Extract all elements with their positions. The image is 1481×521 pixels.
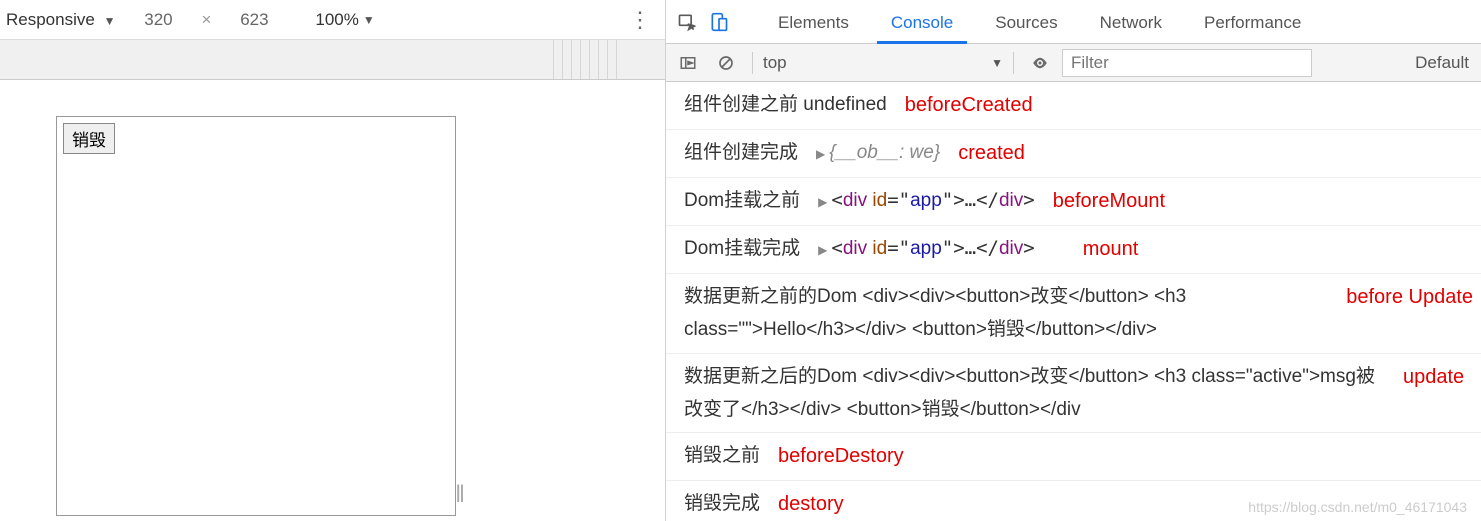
console-row: 数据更新之后的Dom <div><div><button>改变</button>… — [666, 354, 1481, 434]
console-row: Dom挂载完成 ▶<div id="app">…</div> mount — [666, 226, 1481, 274]
console-row: 数据更新之前的Dom <div><div><button>改变</button>… — [666, 274, 1481, 354]
breakpoint-ruler[interactable] — [0, 40, 665, 80]
device-toolbar: Responsive ▼ × 100% ▼ ⋮ — [0, 0, 665, 40]
log-message: Dom挂载完成 — [684, 232, 800, 265]
resize-handle-icon[interactable]: ‖ — [455, 481, 465, 509]
tab-console[interactable]: Console — [871, 3, 973, 43]
inspect-icon[interactable] — [672, 7, 702, 37]
kebab-menu-icon[interactable]: ⋮ — [619, 7, 659, 33]
log-html[interactable]: ▶<div id="app">…</div> — [818, 184, 1035, 217]
clear-console-icon[interactable] — [710, 47, 742, 79]
console-row: 销毁之前 beforeDestory — [666, 433, 1481, 481]
log-message: 组件创建完成 — [684, 136, 798, 169]
log-message: 销毁之前 — [684, 439, 760, 472]
tab-network[interactable]: Network — [1080, 3, 1182, 43]
log-message: 数据更新之后的Dom <div><div><button>改变</button>… — [684, 360, 1385, 427]
separator — [752, 52, 753, 74]
chevron-down-icon: ▼ — [363, 13, 375, 27]
chevron-down-icon: ▼ — [991, 56, 1003, 70]
dimension-separator: × — [201, 10, 211, 30]
console-output: 组件创建之前 undefined beforeCreated 组件创建完成 ▶{… — [666, 82, 1481, 521]
console-toolbar: top ▼ Default — [666, 44, 1481, 82]
log-message: 销毁完成 — [684, 487, 760, 520]
width-input[interactable] — [125, 7, 191, 33]
log-annotation: update — [1403, 360, 1473, 395]
log-object[interactable]: ▶{__ob__: we} — [816, 136, 940, 169]
console-sidebar-toggle-icon[interactable] — [672, 47, 704, 79]
device-viewport: 销毁 ‖ — [0, 80, 665, 521]
filter-input[interactable] — [1062, 49, 1312, 77]
log-message: 组件创建之前 undefined — [684, 88, 887, 121]
chevron-down-icon: ▼ — [104, 14, 116, 28]
tab-sources[interactable]: Sources — [975, 3, 1077, 43]
expand-arrow-icon[interactable]: ▶ — [818, 195, 827, 209]
zoom-dropdown[interactable]: 100% ▼ — [315, 10, 374, 30]
log-annotation: before Update — [1346, 280, 1473, 315]
log-message: 数据更新之前的Dom <div><div><button>改变</button>… — [684, 280, 1328, 347]
log-annotation: beforeMount — [1053, 184, 1165, 219]
console-row: 组件创建完成 ▶{__ob__: we} created — [666, 130, 1481, 178]
context-selector[interactable]: top ▼ — [763, 53, 1003, 73]
expand-arrow-icon[interactable]: ▶ — [816, 147, 825, 161]
device-emulation-panel: Responsive ▼ × 100% ▼ ⋮ 销毁 ‖ — [0, 0, 666, 521]
tab-performance[interactable]: Performance — [1184, 3, 1321, 43]
log-html[interactable]: ▶<div id="app">…</div> — [818, 232, 1035, 265]
log-annotation: beforeCreated — [905, 88, 1033, 123]
console-row: 组件创建之前 undefined beforeCreated — [666, 82, 1481, 130]
levels-dropdown[interactable]: Default — [1415, 53, 1475, 73]
height-input[interactable] — [221, 7, 287, 33]
destroy-button[interactable]: 销毁 — [63, 123, 115, 154]
devtools-panel: Elements Console Sources Network Perform… — [666, 0, 1481, 521]
live-expression-icon[interactable] — [1024, 47, 1056, 79]
context-label: top — [763, 53, 787, 73]
responsive-dropdown[interactable]: Responsive ▼ — [6, 10, 115, 30]
log-annotation: mount — [1083, 232, 1139, 267]
zoom-label: 100% — [315, 10, 358, 30]
log-annotation: created — [958, 136, 1025, 171]
log-annotation: destory — [778, 487, 844, 521]
devtools-tabbar: Elements Console Sources Network Perform… — [666, 0, 1481, 44]
log-annotation: beforeDestory — [778, 439, 904, 474]
app-frame: 销毁 — [56, 116, 456, 516]
console-row: Dom挂载之前 ▶<div id="app">…</div> beforeMou… — [666, 178, 1481, 226]
log-message: Dom挂载之前 — [684, 184, 800, 217]
responsive-label: Responsive — [6, 10, 95, 29]
tab-elements[interactable]: Elements — [758, 3, 869, 43]
expand-arrow-icon[interactable]: ▶ — [818, 243, 827, 257]
watermark: https://blog.csdn.net/m0_46171043 — [1248, 499, 1467, 515]
device-toggle-icon[interactable] — [704, 7, 734, 37]
separator — [1013, 52, 1014, 74]
